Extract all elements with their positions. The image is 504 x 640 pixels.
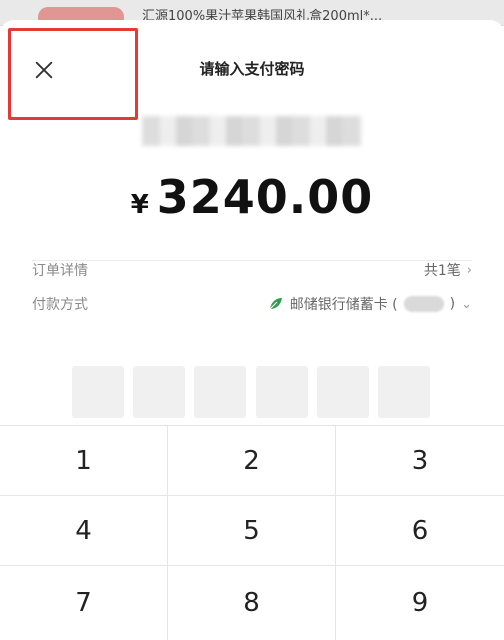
- payment-method-label: 付款方式: [32, 297, 88, 313]
- pin-digit-box[interactable]: [377, 366, 430, 418]
- chevron-right-icon: ›: [466, 262, 472, 278]
- order-count: 共1笔: [423, 263, 461, 279]
- key-3[interactable]: 3: [336, 426, 504, 496]
- sheet-title: 请输入支付密码: [199, 60, 305, 78]
- pin-digit-box[interactable]: [133, 366, 186, 418]
- payment-screen: 汇源100%果汁苹果韩国风礼盒200ml*... 请输入支付密码 ¥ 3240.…: [0, 0, 504, 640]
- payment-amount: ¥ 3240.00: [0, 170, 504, 224]
- key-9[interactable]: 9: [336, 566, 504, 640]
- payment-method-row[interactable]: 付款方式 邮储银行储蓄卡 ( ) ⌄: [32, 292, 472, 316]
- card-number-masked: [403, 296, 444, 312]
- pin-digit-box[interactable]: [72, 366, 124, 418]
- key-7[interactable]: 7: [0, 566, 168, 640]
- order-details-value: 共1笔 ›: [424, 260, 472, 280]
- pin-input[interactable]: [72, 366, 430, 418]
- bank-logo-icon: [269, 298, 282, 310]
- chevron-down-icon: ⌄: [461, 296, 472, 312]
- key-5[interactable]: 5: [168, 496, 336, 566]
- key-1[interactable]: 1: [0, 426, 168, 496]
- order-details-label: 订单详情: [32, 263, 88, 279]
- key-2[interactable]: 2: [168, 426, 336, 496]
- bank-card-close-paren: ): [449, 296, 456, 312]
- pin-digit-box[interactable]: [194, 366, 247, 418]
- numeric-keypad: 1 2 3 4 5 6 7 8 9: [0, 425, 504, 640]
- key-6[interactable]: 6: [336, 496, 504, 566]
- order-details-row[interactable]: 订单详情 共1笔 ›: [32, 258, 472, 282]
- amount-value: 3240.00: [156, 170, 374, 224]
- key-8[interactable]: 8: [168, 566, 336, 640]
- merchant-name-blurred: [142, 116, 362, 146]
- bank-card-name: 邮储银行储蓄卡 (: [289, 297, 398, 313]
- payment-method-value: 邮储银行储蓄卡 ( ) ⌄: [268, 294, 472, 314]
- pin-digit-box[interactable]: [316, 366, 369, 418]
- pin-digit-box[interactable]: [255, 366, 308, 418]
- currency-symbol: ¥: [130, 190, 149, 220]
- key-4[interactable]: 4: [0, 496, 168, 566]
